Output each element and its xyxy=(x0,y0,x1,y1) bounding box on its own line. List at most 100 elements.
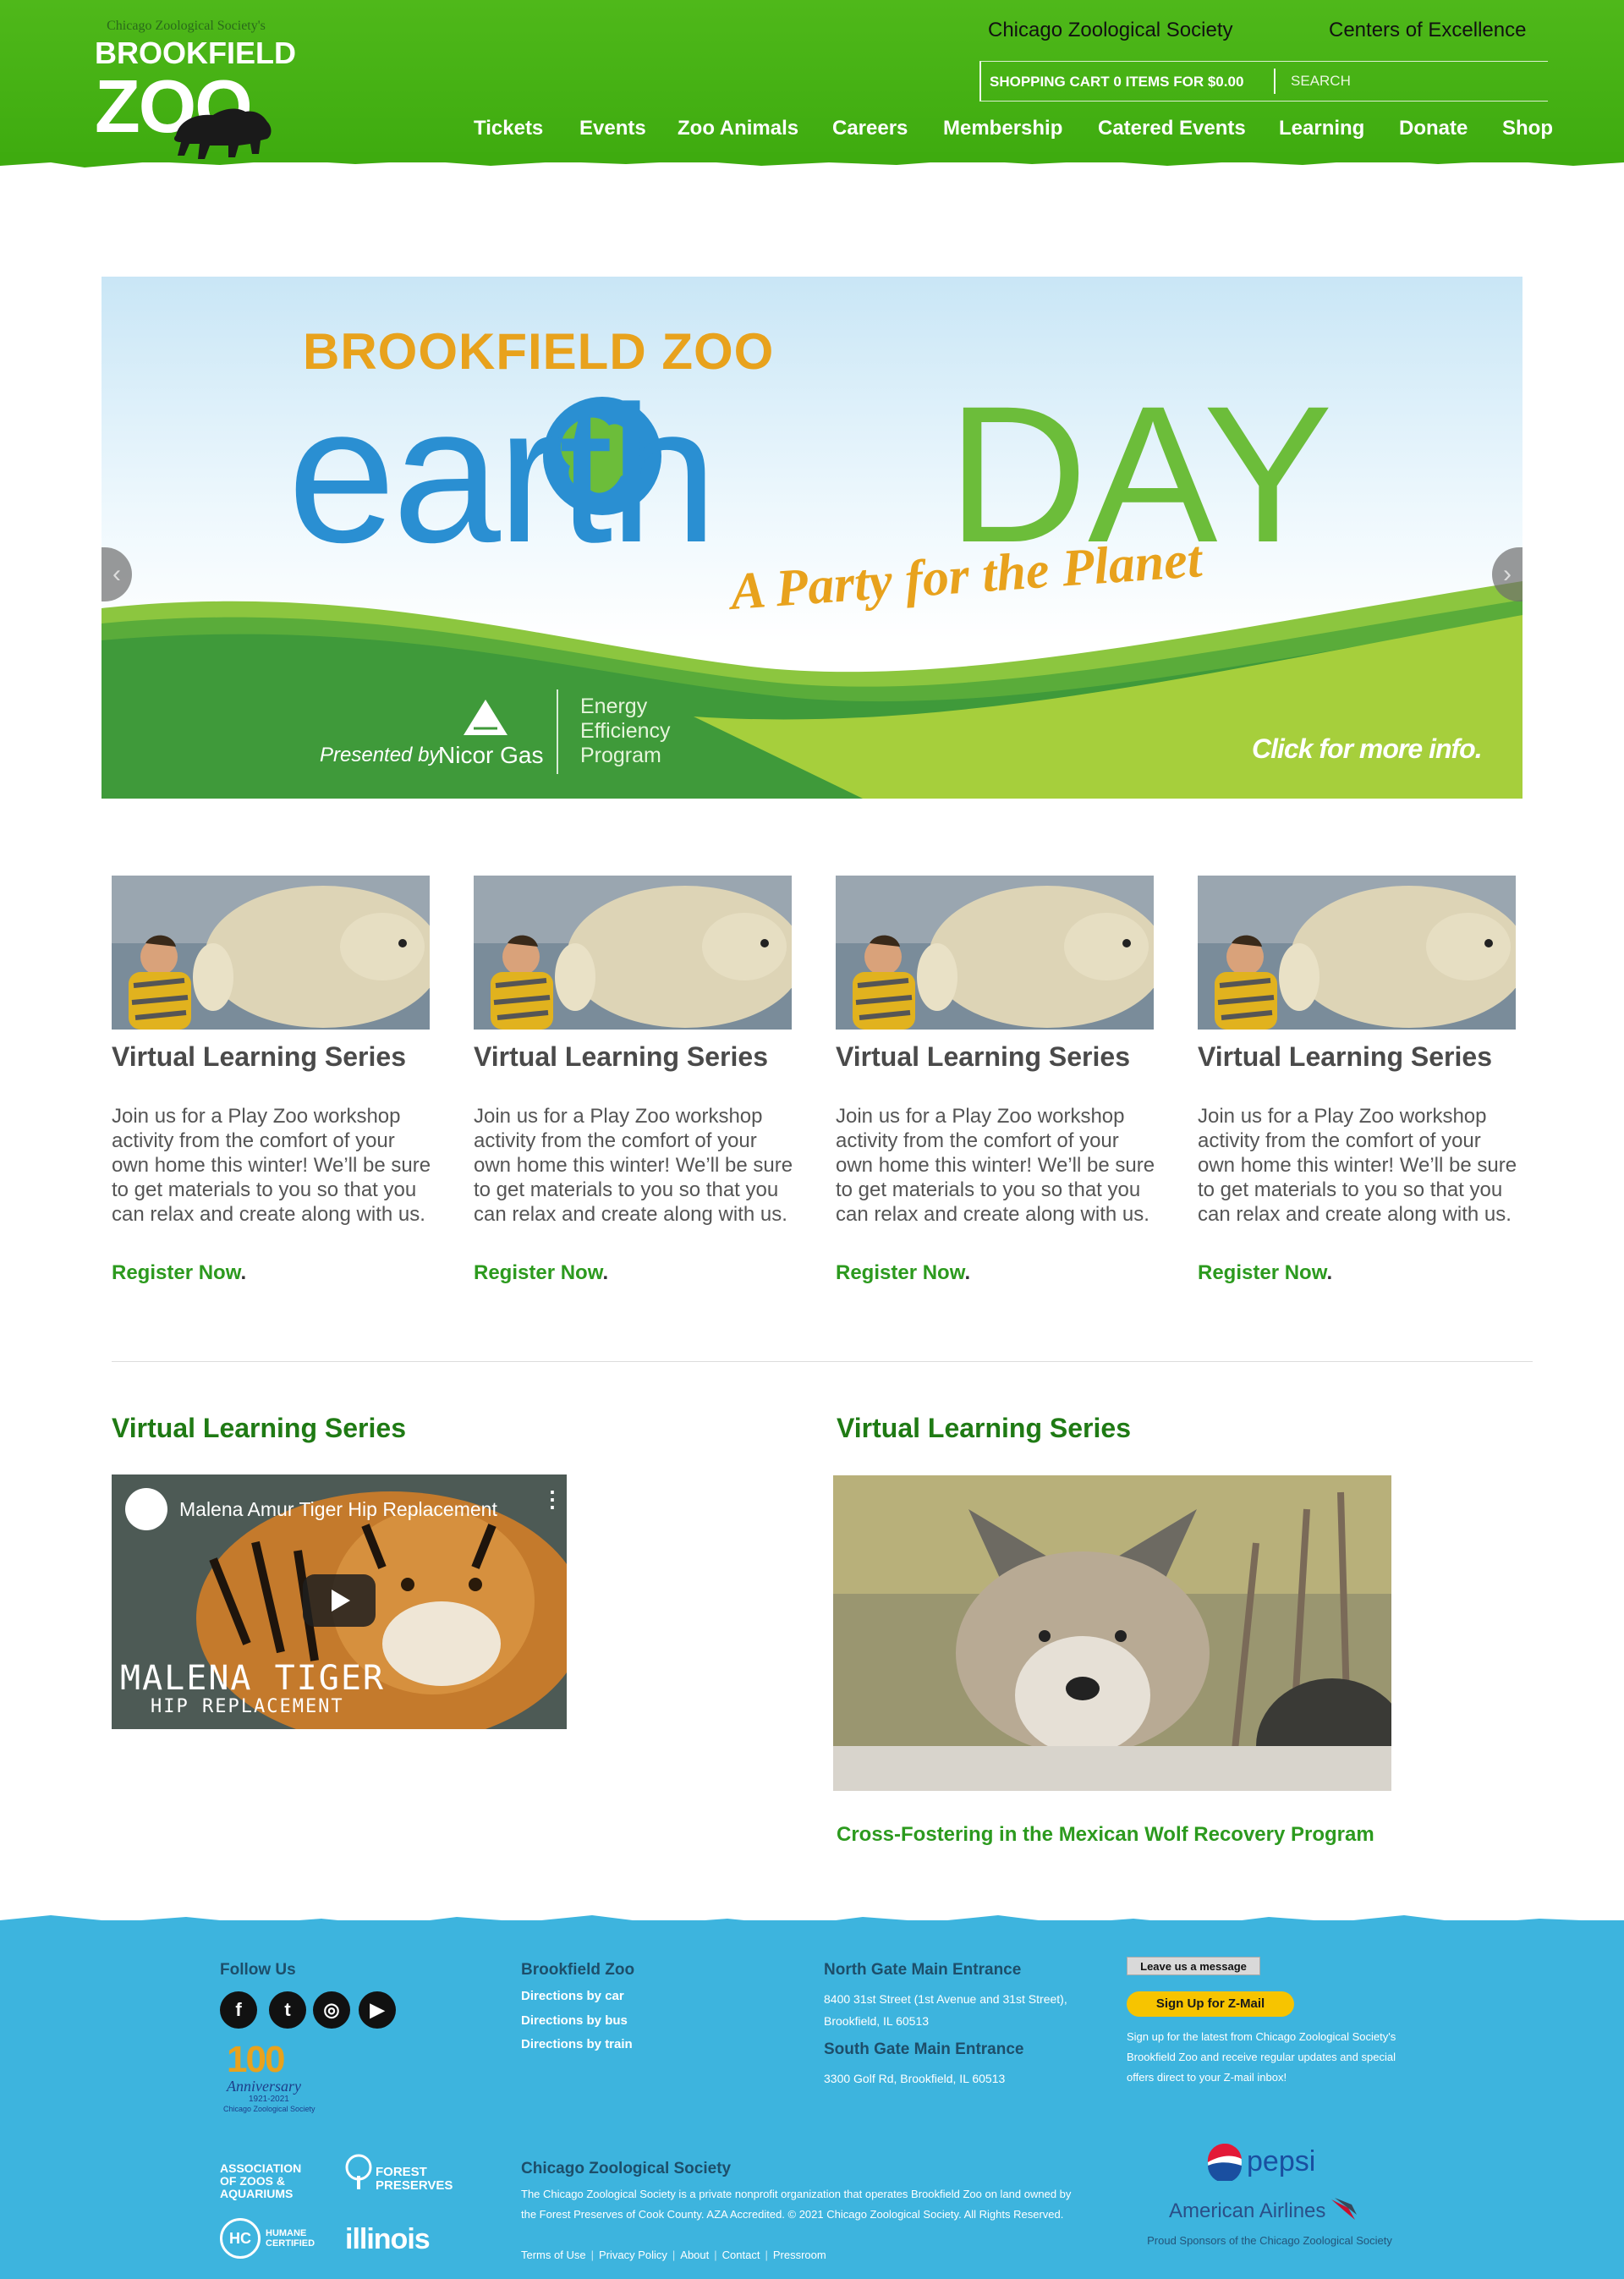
leave-message-button[interactable]: Leave us a message xyxy=(1127,1957,1260,1975)
nav-catered-events[interactable]: Catered Events xyxy=(1098,117,1246,140)
north-gate-address: 8400 31st Street (1st Avenue and 31st St… xyxy=(824,1992,1067,2028)
forest-preserves-text: FOREST PRESERVES xyxy=(376,2165,453,2193)
nav-donate[interactable]: Donate xyxy=(1399,117,1468,140)
register-period: . xyxy=(602,1261,609,1284)
aza-logo[interactable]: ASSOCIATION OF ZOOS & AQUARIUMS xyxy=(220,2162,315,2200)
card-title: Virtual Learning Series xyxy=(112,1041,406,1072)
card-title: Virtual Learning Series xyxy=(474,1041,768,1072)
card-description: Join us for a Play Zoo workshop activity… xyxy=(1198,1105,1517,1226)
anniversary-number: 100 xyxy=(227,2039,285,2080)
video-caption-subtitle: HIP REPLACEMENT xyxy=(151,1696,344,1717)
footer-torn-edge xyxy=(0,1915,1624,1930)
zmail-signup-button[interactable]: Sign Up for Z-Mail xyxy=(1127,1991,1294,2017)
anniversary-badge: 100 Anniversary 1921-2021 Chicago Zoolog… xyxy=(220,2039,318,2117)
video-title[interactable]: Malena Amur Tiger Hip Replacement xyxy=(179,1498,497,1521)
card-image[interactable] xyxy=(474,876,792,1030)
card-description: Join us for a Play Zoo workshop activity… xyxy=(112,1105,431,1226)
shopping-cart-link[interactable]: SHOPPING CART 0 ITEMS FOR $0.00 xyxy=(990,74,1243,91)
south-gate-address: 3300 Golf Rd, Brookfield, IL 60513 xyxy=(824,2072,1006,2085)
learning-card: Virtual Learning Series Join us for a Pl… xyxy=(826,876,1155,1299)
register-link-wrap: Register Now. xyxy=(1198,1261,1332,1285)
register-link-wrap: Register Now. xyxy=(836,1261,970,1285)
hero-slider[interactable]: BROOKFIELD ZOO earth DAY A Party for the… xyxy=(102,277,1522,799)
zmail-description: Sign up for the latest from Chicago Zool… xyxy=(1127,2030,1396,2084)
nav-learning[interactable]: Learning xyxy=(1279,117,1364,140)
directions-train-link[interactable]: Directions by train xyxy=(521,2037,633,2051)
nav-tickets[interactable]: Tickets xyxy=(474,117,543,140)
utility-divider xyxy=(1274,69,1276,94)
card-image[interactable] xyxy=(1198,876,1516,1030)
nav-shop[interactable]: Shop xyxy=(1502,117,1553,140)
follow-us-heading: Follow Us xyxy=(220,1961,296,1979)
anniversary-org: Chicago Zoological Society xyxy=(223,2105,315,2113)
humane-certified-text: HUMANE CERTIFIED xyxy=(266,2228,315,2249)
directions-bus-link[interactable]: Directions by bus xyxy=(521,2013,628,2028)
register-now-link[interactable]: Register Now xyxy=(1198,1261,1326,1284)
terms-of-use-link[interactable]: Terms of Use xyxy=(521,2249,586,2261)
bison-icon xyxy=(174,108,272,159)
nav-careers[interactable]: Careers xyxy=(832,117,908,140)
nav-zoo-animals[interactable]: Zoo Animals xyxy=(678,117,798,140)
wolf-caption-link[interactable]: Cross-Fostering in the Mexican Wolf Reco… xyxy=(837,1823,1374,1847)
pepsi-globe-icon xyxy=(1207,2144,1242,2181)
register-period: . xyxy=(964,1261,971,1284)
search-input[interactable] xyxy=(1284,67,1538,96)
nav-membership[interactable]: Membership xyxy=(943,117,1062,140)
card-image[interactable] xyxy=(836,876,1154,1030)
hero-presented-by: Presented by xyxy=(320,744,440,766)
nav-events[interactable]: Events xyxy=(579,117,646,140)
play-button[interactable] xyxy=(303,1574,376,1627)
learning-card: Virtual Learning Series Join us for a Pl… xyxy=(102,876,431,1299)
american-airlines-logo[interactable]: American Airlines xyxy=(1169,2199,1325,2223)
register-link-wrap: Register Now. xyxy=(112,1261,246,1285)
play-icon xyxy=(332,1590,350,1612)
video-player[interactable]: Malena Amur Tiger Hip Replacement ⋮ MALE… xyxy=(112,1474,567,1729)
brookfield-zoo-logo[interactable]: Chicago Zoological Society's BROOKFIELD … xyxy=(95,19,296,159)
card-title: Virtual Learning Series xyxy=(836,1041,1130,1072)
about-link[interactable]: About xyxy=(680,2249,709,2261)
anniversary-years: 1921-2021 xyxy=(249,2095,289,2104)
learning-card: Virtual Learning Series Join us for a Pl… xyxy=(464,876,793,1299)
north-gate-heading: North Gate Main Entrance xyxy=(824,1961,1022,1979)
card-description: Join us for a Play Zoo workshop activity… xyxy=(474,1105,793,1226)
utility-bar: SHOPPING CART 0 ITEMS FOR $0.00 xyxy=(979,61,1548,102)
logo-tagline: Chicago Zoological Society's xyxy=(107,19,266,33)
hero-program: Energy Efficiency Program xyxy=(580,695,671,767)
czs-heading: Chicago Zoological Society xyxy=(521,2160,732,2177)
top-link-centers-of-excellence[interactable]: Centers of Excellence xyxy=(1329,19,1526,42)
register-now-link[interactable]: Register Now xyxy=(474,1261,602,1284)
pepsi-wordmark: pepsi xyxy=(1247,2145,1316,2177)
sponsors-caption: Proud Sponsors of the Chicago Zoological… xyxy=(1147,2234,1392,2247)
youtube-icon[interactable]: ▶ xyxy=(359,1991,396,2029)
south-gate-heading: South Gate Main Entrance xyxy=(824,2040,1024,2058)
hero-cta[interactable]: Click for more info. xyxy=(1252,733,1483,765)
instagram-icon[interactable]: ◎ xyxy=(313,1991,350,2029)
register-now-link[interactable]: Register Now xyxy=(836,1261,964,1284)
illinois-logo[interactable]: illinois xyxy=(345,2223,431,2256)
hero-sponsor-divider xyxy=(557,689,558,774)
aa-eagle-icon xyxy=(1331,2198,1357,2220)
learning-card: Virtual Learning Series Join us for a Pl… xyxy=(1188,876,1517,1299)
directions-car-link[interactable]: Directions by car xyxy=(521,1989,624,2003)
pressroom-link[interactable]: Pressroom xyxy=(773,2249,826,2261)
register-now-link[interactable]: Register Now xyxy=(112,1261,240,1284)
wolf-image[interactable] xyxy=(833,1475,1391,1791)
card-description: Join us for a Play Zoo workshop activity… xyxy=(836,1105,1155,1226)
forest-preserves-logo[interactable]: FOREST PRESERVES xyxy=(342,2154,453,2205)
more-options-icon[interactable]: ⋮ xyxy=(541,1488,563,1510)
contact-link[interactable]: Contact xyxy=(722,2249,760,2261)
main-nav: Tickets Events Zoo Animals Careers Membe… xyxy=(474,117,1556,146)
top-link-czs[interactable]: Chicago Zoological Society xyxy=(988,19,1233,42)
anniversary-label: Anniversary xyxy=(227,2078,301,2095)
legal-links: Terms of Use | Privacy Policy | About | Contac… xyxy=(521,2249,826,2261)
card-title: Virtual Learning Series xyxy=(1198,1041,1492,1072)
pepsi-logo[interactable]: pepsi xyxy=(1206,2144,1409,2183)
privacy-policy-link[interactable]: Privacy Policy xyxy=(599,2249,667,2261)
channel-avatar[interactable] xyxy=(125,1488,167,1530)
facebook-icon[interactable]: f xyxy=(220,1991,257,2029)
hc-icon: HC xyxy=(220,2218,261,2259)
card-image[interactable] xyxy=(112,876,430,1030)
twitter-icon[interactable]: t xyxy=(269,1991,306,2029)
czs-description: The Chicago Zoological Society is a priv… xyxy=(521,2188,1072,2221)
humane-certified-logo[interactable]: HC HUMANE CERTIFIED xyxy=(220,2218,315,2260)
